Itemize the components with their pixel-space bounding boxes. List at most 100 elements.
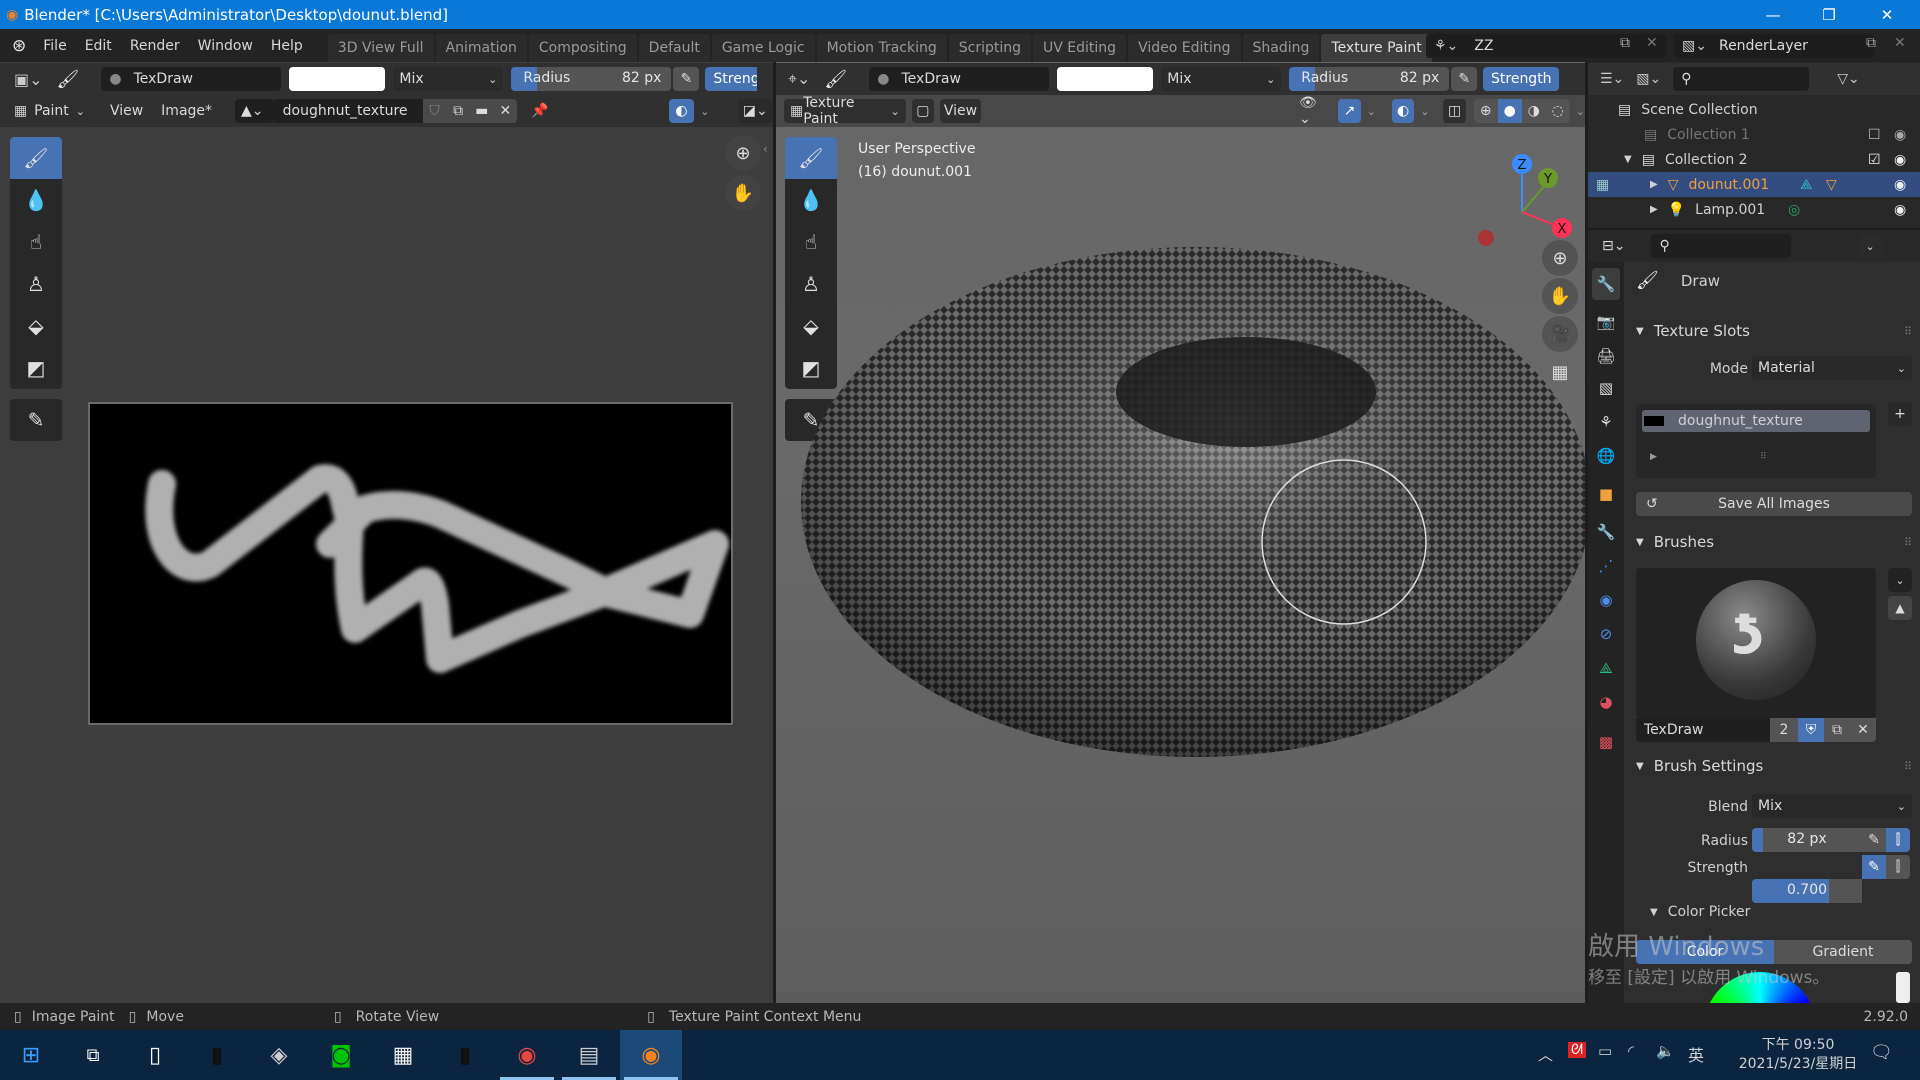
color-wheel[interactable]: [1704, 972, 1816, 1003]
new-view-layer-icon[interactable]: ⧉: [1866, 35, 1876, 51]
viewport-3d[interactable]: ⌖⌄ 🖌 ● TexDraw Mix ⌄ Radius 82 px ✎ Stre…: [776, 62, 1585, 1003]
brush-options-dropdown[interactable]: ⌄: [1888, 568, 1912, 592]
tab-scene[interactable]: ⚘: [1592, 406, 1620, 438]
brush-preview[interactable]: ƾ: [1636, 568, 1876, 718]
tab-data[interactable]: ⟁: [1592, 652, 1620, 684]
properties-search[interactable]: ⚲: [1651, 234, 1792, 258]
clock[interactable]: 下午 09:50 2021/5/23/星期日: [1738, 1036, 1858, 1074]
options-dropdown[interactable]: ⌄: [1859, 234, 1884, 258]
editor-type-icon[interactable]: ▣⌄: [14, 70, 43, 89]
tab-shading[interactable]: Shading: [1242, 34, 1320, 62]
tab-physics[interactable]: ◉: [1592, 584, 1620, 616]
duplicate-brush-button[interactable]: ⧉: [1824, 718, 1850, 742]
texture-slot-list[interactable]: doughnut_texture ▶ ⠿: [1636, 404, 1876, 478]
image-menu[interactable]: Image*: [152, 103, 221, 119]
taskbar-calculator[interactable]: ▮: [434, 1030, 496, 1080]
light-data-icon[interactable]: ◎: [1788, 202, 1800, 218]
delete-view-layer-icon[interactable]: ✕: [1894, 35, 1906, 51]
image-browse-button[interactable]: ▲⌄: [235, 99, 275, 123]
notifications-icon[interactable]: 🗨: [1870, 1042, 1893, 1063]
scene-selector[interactable]: ⚘⌄ ZZ: [1426, 33, 1666, 58]
radius-slider[interactable]: 82 px: [1752, 828, 1862, 852]
ime-indicator[interactable]: 英: [1688, 1042, 1704, 1066]
fake-user-button[interactable]: ⛨: [1798, 718, 1824, 742]
texture-mode-dropdown[interactable]: Material ⌄: [1752, 356, 1912, 380]
show-hidden-icons[interactable]: ︿: [1538, 1044, 1553, 1065]
pan-button[interactable]: ✋: [725, 175, 761, 211]
brush-color-swatch[interactable]: [289, 67, 386, 91]
sidebar-toggle-icon[interactable]: ‹: [763, 142, 768, 156]
tab-compositing[interactable]: Compositing: [528, 34, 637, 62]
image-name-field[interactable]: doughnut_texture: [274, 99, 423, 123]
tool-smear[interactable]: ☝: [10, 221, 62, 263]
close-button[interactable]: ✕: [1864, 0, 1910, 29]
expand-arrow-icon[interactable]: ▶: [1650, 204, 1658, 215]
radius-unified-button[interactable]: ⫿: [1886, 828, 1910, 852]
exclude-checkbox[interactable]: ☑: [1868, 152, 1881, 168]
tab-texture[interactable]: ▩: [1592, 726, 1620, 758]
tool-soften[interactable]: 💧: [10, 179, 62, 221]
tab-uv-editing[interactable]: UV Editing: [1033, 34, 1127, 62]
new-scene-icon[interactable]: ⧉: [1620, 35, 1630, 51]
save-all-images-button[interactable]: ↺ Save All Images: [1636, 492, 1912, 516]
expand-arrow-icon[interactable]: ▶: [1650, 179, 1658, 190]
tab-modifiers[interactable]: 🔧: [1592, 516, 1620, 548]
eye-icon[interactable]: ◉: [1894, 202, 1906, 218]
overlay-toggle[interactable]: ◐: [668, 99, 695, 123]
brush-custom-icon-button[interactable]: ▲: [1888, 596, 1912, 620]
drag-handle-icon[interactable]: ⠿: [1904, 536, 1912, 549]
mesh-data-icon[interactable]: ⟁: [1800, 177, 1813, 193]
resize-handle-icon[interactable]: ⠿: [1760, 452, 1767, 462]
menu-window[interactable]: Window: [189, 38, 262, 54]
value-slider[interactable]: [1896, 972, 1910, 1003]
tab-material[interactable]: ◕: [1592, 686, 1620, 718]
brush-users-count[interactable]: 2: [1770, 718, 1798, 742]
texture-slots-panel-header[interactable]: ▼ Texture Slots ⠿: [1628, 315, 1920, 347]
taskbar-app-box[interactable]: ◈: [248, 1030, 310, 1080]
task-view-button[interactable]: ⧉: [62, 1030, 124, 1080]
menu-render[interactable]: Render: [121, 38, 189, 54]
delete-scene-icon[interactable]: ✕: [1646, 35, 1658, 51]
filter-layers-icon[interactable]: ▧⌄: [1636, 71, 1661, 87]
restore-button[interactable]: ❐: [1806, 0, 1852, 29]
pin-icon[interactable]: 📌: [531, 103, 548, 119]
zoom-button[interactable]: ⊕: [725, 135, 761, 171]
tab-constraints[interactable]: ⊘: [1592, 618, 1620, 650]
mode-dropdown[interactable]: ▦ Paint ⌄: [8, 99, 91, 123]
start-button[interactable]: ⊞: [0, 1030, 62, 1080]
color-picker-subpanel-header[interactable]: ▼ Color Picker: [1650, 904, 1750, 920]
radius-pressure-button[interactable]: ✎: [1862, 828, 1886, 852]
menu-file[interactable]: File: [34, 38, 75, 54]
antivirus-icon[interactable]: ᘛ: [1568, 1042, 1586, 1058]
texture-paint-mode-icon[interactable]: ▦: [1596, 177, 1609, 193]
new-image-button[interactable]: ⧉: [446, 99, 470, 123]
volume-icon[interactable]: 🔈: [1656, 1042, 1675, 1060]
brush-selector[interactable]: ● TexDraw: [101, 67, 282, 91]
tab-3d-view-full[interactable]: 3D View Full: [327, 34, 434, 62]
eye-icon[interactable]: ◉: [1894, 177, 1906, 193]
menu-help[interactable]: Help: [262, 38, 312, 54]
tab-color[interactable]: Color: [1636, 940, 1774, 964]
expand-arrow-icon[interactable]: ▼: [1624, 154, 1632, 165]
add-texture-slot-button[interactable]: +: [1888, 402, 1912, 426]
tab-video-editing[interactable]: Video Editing: [1128, 34, 1241, 62]
battery-icon[interactable]: ▭: [1598, 1042, 1612, 1060]
display-channels-button[interactable]: ◪⌄: [737, 99, 773, 123]
tab-game-logic[interactable]: Game Logic: [711, 34, 815, 62]
zoom-button[interactable]: ⊕: [1542, 240, 1578, 276]
camera-view-button[interactable]: 🎥: [1542, 316, 1578, 352]
taskbar-line[interactable]: ◙: [310, 1030, 372, 1080]
tab-default[interactable]: Default: [638, 34, 710, 62]
gizmo-neg-x[interactable]: [1478, 230, 1494, 246]
taskbar-monitor[interactable]: ▤: [558, 1030, 620, 1080]
unlink-brush-button[interactable]: ✕: [1850, 718, 1876, 742]
taskbar-chrome[interactable]: ◉: [496, 1030, 558, 1080]
tab-object[interactable]: ■: [1592, 478, 1620, 510]
eye-icon[interactable]: ◉: [1894, 152, 1906, 168]
eye-icon[interactable]: ◉: [1894, 127, 1906, 143]
tool-fill[interactable]: ⬙: [10, 305, 62, 347]
pan-button[interactable]: ✋: [1542, 278, 1578, 314]
strength-pressure-button[interactable]: ✎: [1862, 855, 1886, 879]
tab-particles[interactable]: ⋰: [1592, 550, 1620, 582]
strength-slider[interactable]: 0.700: [1752, 879, 1862, 903]
